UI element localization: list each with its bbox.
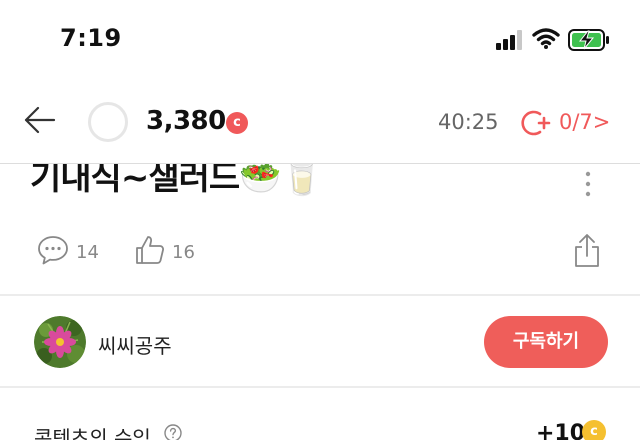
author-name[interactable]: 씨씨공주	[98, 330, 172, 359]
profile-avatar[interactable]	[88, 102, 128, 142]
like-count: 16	[172, 242, 195, 263]
status-time: 7:19	[60, 24, 122, 52]
comment-icon[interactable]	[36, 234, 70, 266]
post-title-area: 기내식~샐러드🥗🥛	[0, 164, 640, 204]
reward-progress[interactable]: 0/7>	[559, 110, 610, 134]
top-bar: 3,380 c 40:25 0/7>	[0, 80, 640, 164]
gold-coin-icon: c	[582, 420, 606, 440]
revenue-label: 콘텐츠의 수익	[34, 426, 151, 440]
content-revenue-row: 콘텐츠의 수익 +10 c	[0, 388, 640, 440]
signal-icon	[496, 30, 522, 50]
author-row: 씨씨공주 구독하기	[0, 296, 640, 388]
battery-charging-icon	[568, 29, 609, 51]
timer: 40:25	[438, 110, 499, 134]
coin-icon: c	[226, 112, 248, 134]
status-bar: 7:19	[0, 0, 640, 80]
author-avatar[interactable]	[34, 316, 86, 368]
help-icon[interactable]	[164, 424, 182, 440]
thumbs-up-icon[interactable]	[134, 234, 166, 266]
wifi-icon	[532, 28, 560, 49]
points-balance: 3,380	[146, 106, 226, 136]
reaction-bar: 14 16	[0, 230, 640, 274]
post-title: 기내식~샐러드🥗🥛	[30, 164, 323, 198]
coin-plus-icon[interactable]	[520, 109, 552, 137]
comment-count: 14	[76, 242, 99, 263]
subscribe-button[interactable]: 구독하기	[484, 316, 608, 368]
arrow-left-icon[interactable]	[22, 102, 58, 138]
more-vertical-icon[interactable]	[582, 170, 594, 198]
revenue-amount: +10	[536, 421, 586, 440]
share-icon[interactable]	[572, 232, 602, 268]
